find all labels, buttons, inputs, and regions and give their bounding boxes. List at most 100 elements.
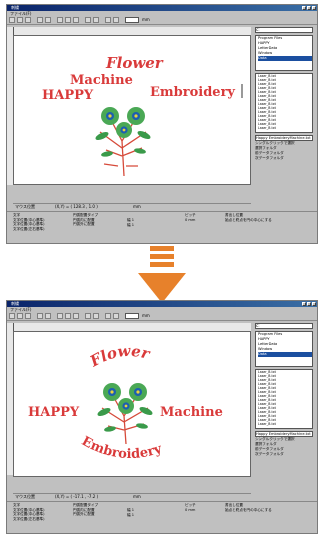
maximize-button[interactable] [307, 302, 311, 306]
arc-outside-radio[interactable]: 円弧外に配置 [73, 222, 98, 227]
width-group: 幅 1 幅 1 [127, 508, 134, 517]
character-group: 文字 文字位置(中心基準) 文字位置(中心基準) 文字位置(左右基準) [13, 213, 45, 231]
maximize-button[interactable] [307, 6, 311, 10]
folder-tree[interactable]: Program Files HAPPY LetterData Window Da… [255, 35, 313, 71]
char-position-radio[interactable]: 文字位置(中心基準) [13, 222, 45, 227]
drive-select[interactable]: c: [255, 323, 313, 329]
mouse-coordinates: (X,Y) = ( 128.3 , 1.0 ) [55, 204, 98, 209]
size-input[interactable] [125, 313, 139, 319]
folder-item-selected[interactable]: Data [258, 352, 312, 357]
file-list[interactable]: Laser_B.txt Laser_B.txt Laser_B.txt Lase… [255, 369, 313, 429]
undo-icon[interactable] [37, 17, 43, 23]
embroidery-preview: Flower Machine HAPPY Embroidery [42, 54, 243, 177]
drive-select[interactable]: c: [255, 27, 313, 33]
width-field[interactable]: 幅 1 [127, 223, 134, 228]
status-bar: マウス位置 (X,Y) = ( 128.3 , 1.0 ) mm [13, 203, 251, 210]
new-file-icon[interactable] [9, 313, 15, 319]
width-field[interactable]: 幅 1 [127, 508, 134, 513]
open-folder-icon[interactable] [17, 17, 23, 23]
toolbar: mm [7, 16, 317, 25]
text-flower-arc[interactable]: Flower [86, 342, 152, 371]
text-machine[interactable]: Machine [70, 73, 133, 88]
file-browser-panel: c: Program Files HAPPY LetterData Window… [255, 27, 315, 161]
width-field[interactable]: 幅 1 [127, 218, 134, 223]
minimize-button[interactable] [302, 302, 306, 306]
char-position-radio[interactable]: 文字位置(左右基準) [13, 517, 45, 522]
char-position-radio[interactable]: 文字位置(左右基準) [13, 227, 45, 232]
zoom-in-icon[interactable] [57, 17, 63, 23]
mouse-position-label: マウス位置 [15, 494, 35, 499]
file-item[interactable]: Laser_B.txt [258, 422, 312, 426]
pitch-value[interactable]: 0 mm [185, 218, 196, 223]
redo-icon[interactable] [45, 17, 51, 23]
size-unit: mm [142, 17, 150, 22]
undo-icon[interactable] [37, 313, 43, 319]
width-group: 幅 1 幅 1 [127, 218, 134, 227]
folder-item-selected[interactable]: Data [258, 56, 312, 61]
size-input[interactable] [125, 17, 139, 23]
text-machine[interactable]: Machine [160, 405, 223, 420]
rotate-icon[interactable] [105, 313, 111, 319]
down-arrow-icon [138, 246, 186, 304]
coord-unit: mm [133, 494, 141, 499]
arc-type-group: 円弧配置タイプ 円弧内に配置 円弧外に配置 [73, 213, 98, 227]
text-embroidery-arc[interactable]: Embroidery [79, 434, 164, 462]
center-checkbox[interactable]: 始点と終点を円の中心にする [225, 508, 272, 513]
text-flower[interactable]: Flower [105, 54, 164, 72]
design-canvas[interactable]: Flower HAPPY Machine Embroidery [13, 331, 251, 477]
next-folder-radio[interactable]: 次データフォルダ [255, 156, 315, 161]
character-group: 文字 文字位置(中心基準) 文字位置(中心基準) 文字位置(左右基準) [13, 503, 45, 521]
app-window-before: 刺繍 ファイル(F) mm Flower Machine HAPPY Embro… [6, 4, 318, 244]
arc-type-title: 円弧配置タイプ [73, 503, 99, 507]
status-bar: マウス位置 (X,Y) = ( -17.1 , -7.2 ) mm [13, 493, 251, 500]
char-position-radio[interactable]: 文字位置(中心基準) [13, 512, 45, 517]
redo-icon[interactable] [45, 313, 51, 319]
save-icon[interactable] [25, 17, 31, 23]
mouse-coordinates: (X,Y) = ( -17.1 , -7.2 ) [55, 494, 99, 499]
close-button[interactable] [312, 302, 316, 306]
text-tool-icon[interactable] [85, 17, 91, 23]
file-item[interactable]: Laser_B.txt [258, 126, 312, 130]
file-browser-panel: c: Program Files HAPPY LetterData Window… [255, 323, 315, 457]
start-position-group: 書出し位置 始点と終点を円の中心にする [225, 503, 272, 512]
pitch-title: ピッチ [185, 503, 196, 507]
zoom-in-icon[interactable] [57, 313, 63, 319]
open-folder-icon[interactable] [17, 313, 23, 319]
text-embroidery[interactable]: Embroidery [150, 85, 235, 100]
zoom-out-icon[interactable] [65, 313, 71, 319]
pitch-group: ピッチ 0 mm [185, 213, 196, 222]
options-panel: 文字 文字位置(中心基準) 文字位置(中心基準) 文字位置(左右基準) 円弧配置… [7, 211, 317, 236]
design-canvas[interactable]: Flower Machine HAPPY Embroidery [13, 35, 251, 185]
minimize-button[interactable] [302, 6, 306, 10]
center-checkbox[interactable]: 始点と終点を円の中心にする [225, 218, 272, 223]
toolbar: mm [7, 312, 317, 321]
new-file-icon[interactable] [9, 17, 15, 23]
embroidery-preview: Flower HAPPY Machine Embroidery [28, 342, 223, 462]
arc-outside-radio[interactable]: 円弧外に配置 [73, 512, 98, 517]
app-window-after: 刺繍 ファイル(F) mm Flower HAPPY Machine Embro… [6, 300, 318, 534]
save-icon[interactable] [25, 313, 31, 319]
close-button[interactable] [312, 6, 316, 10]
next-folder-radio[interactable]: 次データフォルダ [255, 452, 315, 457]
arc-type-group: 円弧配置タイプ 円弧内に配置 円弧外に配置 [73, 503, 98, 517]
coord-unit: mm [133, 204, 141, 209]
mouse-position-label: マウス位置 [15, 204, 35, 209]
grid-icon[interactable] [73, 313, 79, 319]
text-tool-icon[interactable] [85, 313, 91, 319]
folder-tree[interactable]: Program Files HAPPY LetterData Window Da… [255, 331, 313, 367]
arc-tool-icon[interactable] [93, 313, 99, 319]
rotate-icon[interactable] [105, 17, 111, 23]
width-field[interactable]: 幅 1 [127, 513, 134, 518]
start-position-group: 書出し位置 始点と終点を円の中心にする [225, 213, 272, 222]
arc-tool-icon[interactable] [93, 17, 99, 23]
size-icon[interactable] [113, 17, 119, 23]
text-happy[interactable]: HAPPY [42, 88, 94, 103]
size-icon[interactable] [113, 313, 119, 319]
text-happy[interactable]: HAPPY [28, 405, 80, 420]
size-unit: mm [142, 313, 150, 318]
zoom-out-icon[interactable] [65, 17, 71, 23]
pitch-value[interactable]: 0 mm [185, 508, 196, 513]
file-list[interactable]: Laser_B.txt Laser_B.txt Laser_B.txt Lase… [255, 73, 313, 133]
grid-icon[interactable] [73, 17, 79, 23]
pitch-group: ピッチ 0 mm [185, 503, 196, 512]
